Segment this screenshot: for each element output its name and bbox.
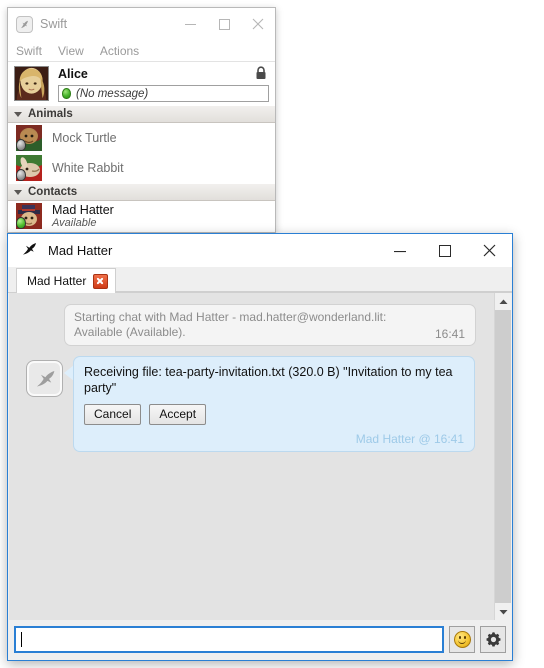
contact-name: Mock Turtle [52,131,117,145]
minimize-icon[interactable] [173,9,207,40]
screen: Swift Swift View Actions Alice (No messa… [0,0,544,668]
status-online-icon [62,88,71,99]
swift-default-avatar [26,360,63,397]
chat-body: Starting chat with Mad Hatter - mad.hatt… [9,293,511,620]
chat-window-buttons [377,234,512,267]
lock-icon [255,66,267,83]
group-header-animals[interactable]: Animals [8,105,275,123]
swift-roster-window: Swift Swift View Actions Alice (No messa… [7,7,276,233]
accept-button[interactable]: Accept [149,404,207,425]
tab-bar-filler [116,267,512,292]
file-transfer-text: Receiving file: tea-party-invitation.txt… [84,365,453,395]
close-icon[interactable] [467,234,512,267]
maximize-icon[interactable] [207,9,241,40]
chat-scrollbar[interactable] [494,293,511,620]
message-bubble-wrap: Receiving file: tea-party-invitation.txt… [64,356,475,452]
contact-text: Mad Hatter Available [52,203,114,229]
text-caret [21,632,22,647]
status-message-field[interactable]: (No message) [58,85,269,102]
scrollbar-track[interactable] [495,310,511,603]
contact-row-mock-turtle[interactable]: Mock Turtle [8,123,275,153]
contact-avatar [16,125,42,151]
group-label: Animals [28,108,73,120]
contact-avatar [16,203,42,229]
tab-mad-hatter[interactable]: Mad Hatter [16,268,117,293]
roster-window-buttons [173,8,275,40]
chevron-down-icon [14,111,22,117]
contact-row-mad-hatter[interactable]: Mad Hatter Available [8,201,275,231]
presence-offline-icon [16,169,26,181]
group-header-contacts[interactable]: Contacts [8,183,275,201]
message-meta: Mad Hatter @ 16:41 [355,432,464,446]
group-label: Contacts [28,186,78,198]
self-name: Alice [58,67,88,81]
roster-title-bar[interactable]: Swift [8,8,275,40]
presence-online-icon [16,217,26,229]
self-info: Alice (No message) [58,66,269,102]
contact-name: Mad Hatter [52,203,114,217]
contact-row-white-rabbit[interactable]: White Rabbit [8,153,275,183]
settings-button[interactable] [480,626,506,653]
message-input[interactable] [14,626,444,653]
swift-bird-icon [20,242,38,259]
close-icon[interactable] [241,9,275,40]
system-message-line1: Starting chat with Mad Hatter - mad.hatt… [74,310,387,324]
contact-name: White Rabbit [52,161,124,175]
maximize-icon[interactable] [422,234,467,267]
roster-title-text: Swift [40,17,68,31]
presence-offline-icon [16,139,26,151]
system-message-line2: Available (Available). [74,325,186,339]
menu-item-actions[interactable]: Actions [100,44,149,58]
roster-menu-bar: Swift View Actions [8,40,275,62]
status-message-text: (No message) [76,87,149,100]
menu-item-view[interactable]: View [58,44,94,58]
tab-label: Mad Hatter [27,274,87,288]
contact-status: Available [52,217,97,229]
contact-avatar [16,155,42,181]
message-list: Starting chat with Mad Hatter - mad.hatt… [9,293,494,620]
self-presence-row: Alice (No message) [8,62,275,105]
scrollbar-thumb[interactable] [495,310,511,603]
gear-icon [486,632,500,647]
chevron-up-icon[interactable] [495,293,511,310]
minimize-icon[interactable] [377,234,422,267]
chat-title-bar[interactable]: Mad Hatter [8,234,512,267]
swift-bird-icon [16,15,33,33]
system-message-time: 16:41 [434,327,465,341]
message-bubble: Receiving file: tea-party-invitation.txt… [73,356,475,452]
chevron-down-icon [14,189,22,195]
chevron-down-icon[interactable] [495,603,511,620]
file-transfer-message: Receiving file: tea-party-invitation.txt… [17,356,486,452]
smiley-icon [453,631,471,648]
cancel-button[interactable]: Cancel [84,404,142,425]
tab-bar: Mad Hatter [8,267,512,293]
tab-close-icon[interactable] [93,273,109,289]
menu-item-swift[interactable]: Swift [16,44,52,58]
file-transfer-actions: Cancel Accept [84,404,464,425]
system-message: Starting chat with Mad Hatter - mad.hatt… [64,304,476,346]
emoji-button[interactable] [449,626,475,653]
composer-bar [9,620,511,659]
chat-title-text: Mad Hatter [48,243,113,258]
chat-window: Mad Hatter Mad Hatter Starting chat with… [7,233,513,661]
alice-avatar[interactable] [14,66,49,101]
